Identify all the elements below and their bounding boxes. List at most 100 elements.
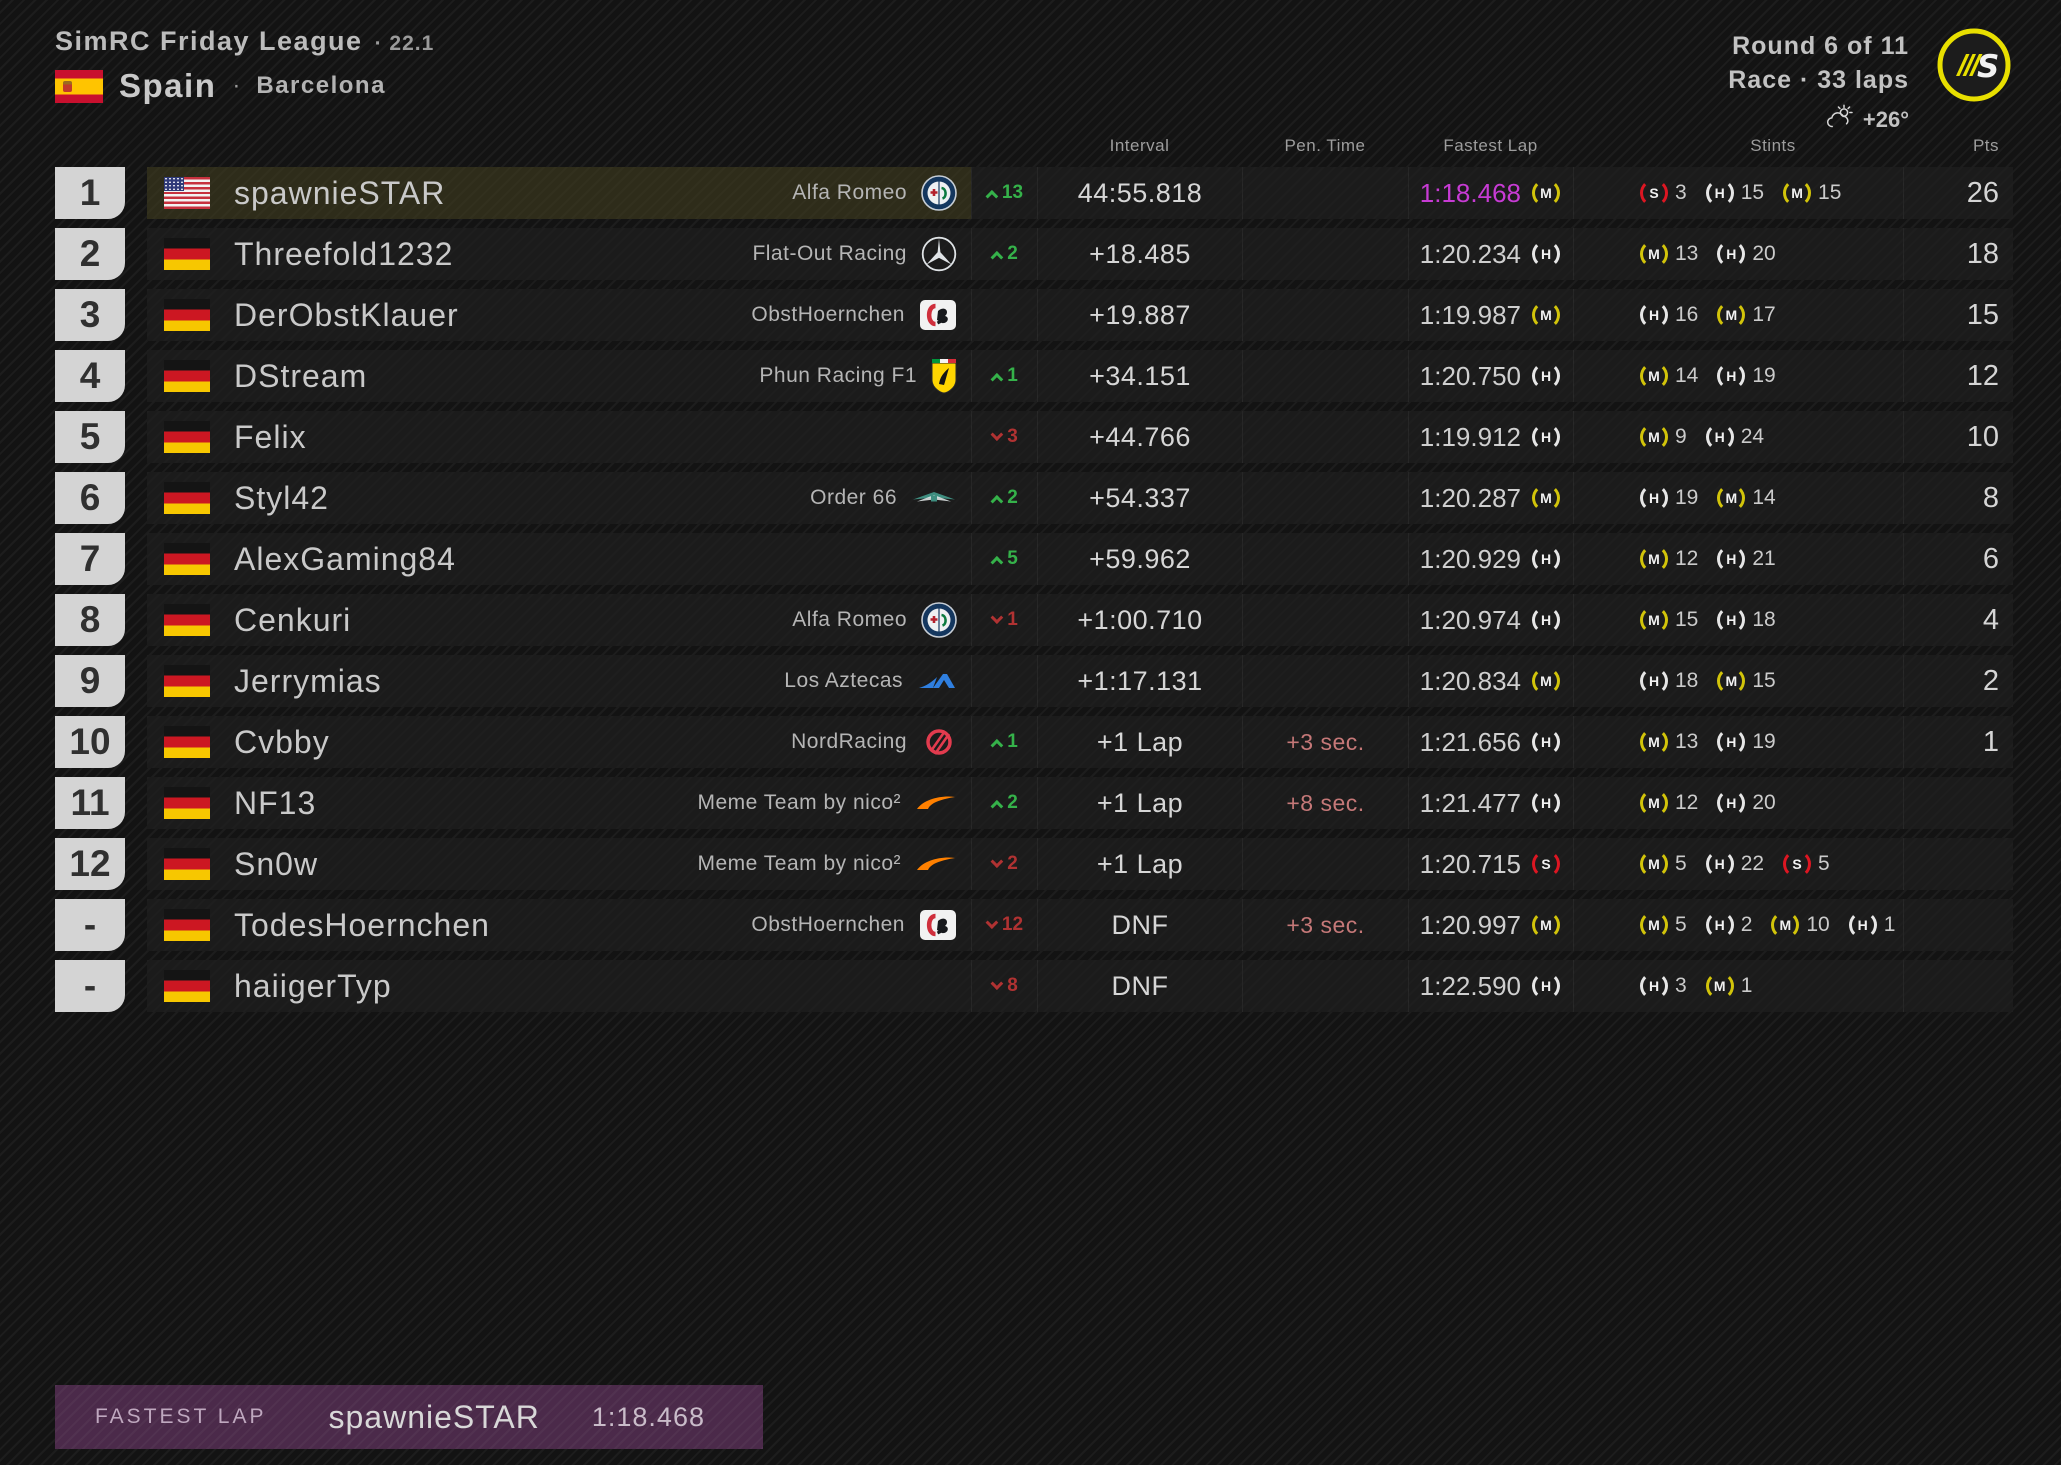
stints-cell: M12H20: [1573, 777, 1903, 829]
chevron-down-icon: [991, 855, 1004, 868]
tire-H-icon: H: [1640, 667, 1668, 695]
stint-lap-count: 1: [1741, 974, 1753, 998]
de-flag-icon: [164, 787, 210, 819]
fastest-lap-value: 1:20.715: [1420, 849, 1521, 880]
league-title: SimRC Friday League: [55, 26, 363, 57]
stint-lap-count: 5: [1818, 852, 1830, 876]
interval-value: +19.887: [1037, 289, 1242, 341]
tire-M-icon: M: [1640, 789, 1668, 817]
fastest-lap-cell: 1:18.468 M: [1408, 167, 1573, 219]
fastest-lap-banner: FASTEST LAP spawnieSTAR 1:18.468: [55, 1385, 763, 1449]
team-name: Phun Racing F1: [759, 364, 917, 388]
tire-M-icon: M: [1532, 301, 1560, 329]
tire-H-icon: H: [1717, 362, 1745, 390]
stints-cell: H19M14: [1573, 472, 1903, 524]
table-row[interactable]: 1 spawnieSTAR Alfa Romeo 13 44:55.818 1:…: [55, 167, 2013, 219]
driver-cell: Sn0w Meme Team by nico²: [147, 838, 971, 890]
stint-lap-count: 18: [1752, 608, 1775, 632]
interval-value: +54.337: [1037, 472, 1242, 524]
driver-name: Felix: [234, 419, 307, 456]
tire-H-icon: H: [1640, 484, 1668, 512]
fastest-lap-cell: 1:20.234 H: [1408, 228, 1573, 280]
team-name: Alfa Romeo: [792, 608, 907, 632]
fastest-lap-cell: 1:20.287 M: [1408, 472, 1573, 524]
driver-cell: Cvbby NordRacing: [147, 716, 971, 768]
team-info: Flat-Out Racing: [752, 236, 961, 272]
table-row[interactable]: 5 Felix 3 +44.766 1:19.912 H M9H24 10: [55, 411, 2013, 463]
tire-M-icon: M: [1640, 362, 1668, 390]
fastest-lap-cell: 1:19.912 H: [1408, 411, 1573, 463]
position-change: 1: [971, 594, 1037, 646]
table-row[interactable]: - haiigerTyp 8 DNF 1:22.590 H H3M1: [55, 960, 2013, 1012]
row-spacer: [125, 899, 147, 951]
tire-H-icon: H: [1532, 972, 1560, 1000]
stint-lap-count: 20: [1752, 242, 1775, 266]
table-row[interactable]: 11 NF13 Meme Team by nico² 2 +1 Lap +8 s…: [55, 777, 2013, 829]
table-row[interactable]: - TodesHoernchen ObstHoernchen 12 DNF +3…: [55, 899, 2013, 951]
stint-lap-count: 12: [1675, 547, 1698, 571]
table-row[interactable]: 8 Cenkuri Alfa Romeo 1 +1:00.710 1:20.97…: [55, 594, 2013, 646]
row-spacer: [125, 533, 147, 585]
team-info: Phun Racing F1: [759, 358, 961, 394]
tire-M-icon: M: [1640, 850, 1668, 878]
tire-S-icon: S: [1783, 850, 1811, 878]
penalty-time: [1242, 594, 1408, 646]
points-value: 12: [1903, 350, 2013, 402]
simrc-logo: S: [1935, 26, 2013, 109]
driver-name: Styl42: [234, 480, 329, 517]
driver-cell: Felix: [147, 411, 971, 463]
fastest-lap-value: 1:22.590: [1420, 971, 1521, 1002]
table-row[interactable]: 7 AlexGaming84 5 +59.962 1:20.929 H M12H…: [55, 533, 2013, 585]
stints-cell: M13H19: [1573, 716, 1903, 768]
stint-lap-count: 13: [1675, 242, 1698, 266]
tire-H-icon: H: [1532, 789, 1560, 817]
position-change: 1: [971, 350, 1037, 402]
driver-cell: DerObstKlauer ObstHoernchen: [147, 289, 971, 341]
driver-name: Cvbby: [234, 724, 330, 761]
penalty-time: [1242, 289, 1408, 341]
driver-cell: AlexGaming84: [147, 533, 971, 585]
alfa-romeo-logo-icon: [921, 602, 957, 638]
table-row[interactable]: 2 Threefold1232 Flat-Out Racing 2 +18.48…: [55, 228, 2013, 280]
table-row[interactable]: 10 Cvbby NordRacing 1 +1 Lap +3 sec. 1:2…: [55, 716, 2013, 768]
tire-M-icon: M: [1532, 667, 1560, 695]
fastest-lap-driver: spawnieSTAR: [329, 1399, 540, 1436]
position-badge: 2: [55, 228, 125, 280]
stint-lap-count: 10: [1806, 913, 1829, 937]
de-flag-icon: [164, 543, 210, 575]
fastest-lap-cell: 1:20.834 M: [1408, 655, 1573, 707]
tire-H-icon: H: [1532, 728, 1560, 756]
table-row[interactable]: 3 DerObstKlauer ObstHoernchen +19.887 1:…: [55, 289, 2013, 341]
chevron-up-icon: [991, 555, 1004, 568]
fastest-lap-value: 1:20.929: [1420, 544, 1521, 575]
chevron-up-icon: [991, 372, 1004, 385]
tire-M-icon: M: [1783, 179, 1811, 207]
alfa-romeo-logo-icon: [921, 175, 957, 211]
tire-H-icon: H: [1640, 972, 1668, 1000]
chevron-down-icon: [985, 916, 998, 929]
penalty-time: [1242, 960, 1408, 1012]
position-badge: 10: [55, 716, 125, 768]
stints-cell: M5H2M10H1M1: [1573, 899, 1903, 951]
fastest-lap-value: 1:20.234: [1420, 239, 1521, 270]
stint-lap-count: 19: [1752, 364, 1775, 388]
fastest-lap-value: 1:20.287: [1420, 483, 1521, 514]
tire-H-icon: H: [1717, 789, 1745, 817]
chevron-down-icon: [991, 428, 1004, 441]
points-value: 10: [1903, 411, 2013, 463]
stint-lap-count: 13: [1675, 730, 1698, 754]
row-spacer: [125, 289, 147, 341]
team-name: Meme Team by nico²: [697, 791, 901, 815]
table-row[interactable]: 4 DStream Phun Racing F1 1 +34.151 1:20.…: [55, 350, 2013, 402]
interval-value: +1 Lap: [1037, 716, 1242, 768]
tire-H-icon: H: [1706, 850, 1734, 878]
stint-lap-count: 14: [1675, 364, 1698, 388]
fastest-lap-value: 1:21.656: [1420, 727, 1521, 758]
table-row[interactable]: 12 Sn0w Meme Team by nico² 2 +1 Lap 1:20…: [55, 838, 2013, 890]
column-headers: Interval Pen. Time Fastest Lap Stints Pt…: [55, 134, 2013, 158]
table-row[interactable]: 6 Styl42 Order 66 2 +54.337 1:20.287 M H…: [55, 472, 2013, 524]
row-spacer: [125, 594, 147, 646]
table-row[interactable]: 9 Jerrymias Los Aztecas +1:17.131 1:20.8…: [55, 655, 2013, 707]
driver-cell: DStream Phun Racing F1: [147, 350, 971, 402]
spain-flag-icon: [55, 70, 103, 103]
